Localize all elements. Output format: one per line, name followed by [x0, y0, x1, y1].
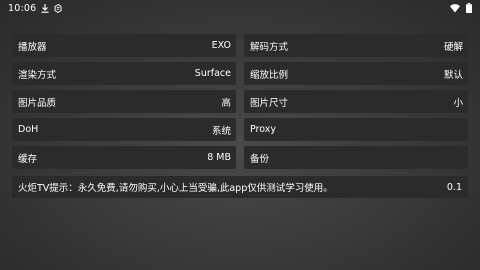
setting-label: 图片品质: [18, 97, 57, 109]
setting-decode-mode[interactable]: 解码方式 硬解: [244, 34, 468, 57]
setting-label: Proxy: [250, 124, 277, 135]
setting-label: 播放器: [18, 41, 47, 53]
setting-label: DoH: [18, 124, 39, 135]
setting-value: 硬解: [443, 41, 463, 53]
setting-value: Surface: [194, 68, 231, 79]
setting-backup[interactable]: 备份: [244, 146, 468, 169]
setting-label: 解码方式: [250, 41, 289, 53]
app-notification-icon: [54, 3, 62, 13]
version-text: 0.1: [446, 181, 462, 193]
setting-value: 系统: [211, 125, 231, 137]
setting-doh[interactable]: DoH 系统: [12, 118, 236, 141]
status-bar: 10:06: [0, 0, 480, 16]
setting-value: 8 MB: [207, 152, 231, 163]
settings-grid: 播放器 EXO 解码方式 硬解 渲染方式 Surface 缩放比例 默认 图片品…: [12, 34, 468, 169]
wifi-icon: [450, 3, 460, 13]
setting-value: 高: [221, 97, 231, 109]
setting-image-size[interactable]: 图片尺寸 小: [244, 90, 468, 113]
setting-value: 默认: [443, 69, 463, 81]
setting-scale-ratio[interactable]: 缩放比例 默认: [244, 62, 468, 85]
status-time: 10:06: [8, 2, 37, 14]
setting-player[interactable]: 播放器 EXO: [12, 34, 236, 57]
setting-label: 缩放比例: [250, 69, 289, 81]
setting-image-quality[interactable]: 图片品质 高: [12, 90, 236, 113]
notice-text: 火炬TV提示：永久免费,请勿购买,小心上当受骗,此app仅供测试学习使用。: [18, 183, 333, 194]
download-icon: [41, 3, 49, 13]
setting-label: 渲染方式: [18, 69, 57, 81]
status-left: 10:06: [8, 3, 62, 14]
setting-proxy[interactable]: Proxy: [244, 118, 468, 141]
version-row[interactable]: 火炬TV提示：永久免费,请勿购买,小心上当受骗,此app仅供测试学习使用。 0.…: [12, 176, 468, 198]
status-right: [450, 3, 472, 13]
setting-label: 备份: [250, 153, 270, 165]
setting-cache[interactable]: 缓存 8 MB: [12, 146, 236, 169]
setting-value: 小: [453, 97, 463, 109]
battery-icon: [466, 3, 472, 13]
setting-label: 图片尺寸: [250, 97, 289, 109]
setting-value: EXO: [211, 40, 231, 51]
setting-label: 缓存: [18, 153, 38, 165]
setting-render-mode[interactable]: 渲染方式 Surface: [12, 62, 236, 85]
